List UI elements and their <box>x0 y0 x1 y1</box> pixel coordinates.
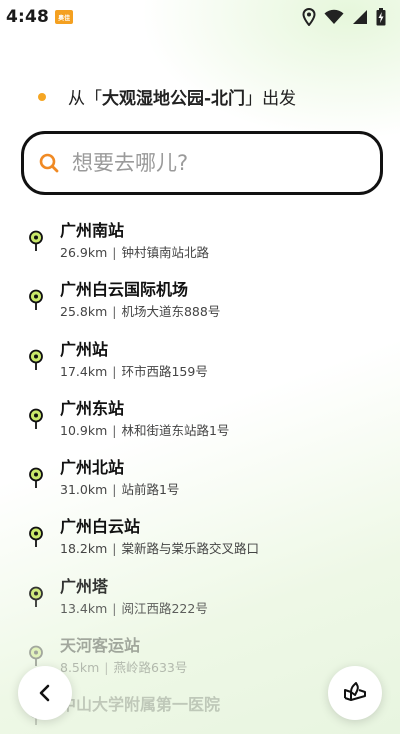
status-bar: 4:48 奥佳 <box>0 0 400 34</box>
place-pin-icon <box>29 408 43 429</box>
search-input[interactable] <box>72 151 352 175</box>
place-pin-icon <box>29 645 43 667</box>
place-name: 广州南站 <box>60 221 125 240</box>
status-time: 4:48 <box>6 7 50 27</box>
place-name: 天河客运站 <box>60 636 141 656</box>
search-box[interactable] <box>21 131 383 195</box>
start-prefix: 从 <box>68 89 85 109</box>
list-item[interactable]: 广州北站 31.0km | 站前路1号 <box>0 447 400 506</box>
place-detail: 17.4km | 环市西路159号 <box>60 363 208 379</box>
back-button[interactable] <box>18 666 72 720</box>
place-pin-icon <box>29 586 43 607</box>
place-name: 广州站 <box>60 339 109 359</box>
chevron-left-icon <box>39 684 50 702</box>
start-close-bracket: 」 <box>245 89 263 109</box>
place-detail: 10.9km | 林和街道东站路1号 <box>60 422 230 438</box>
place-pin-icon <box>29 527 43 548</box>
origin-dot-icon <box>38 92 46 101</box>
map-book-icon <box>344 682 366 701</box>
location-icon <box>302 8 316 26</box>
place-name: 广州塔 <box>60 576 109 596</box>
list-item[interactable]: 广州站 17.4km | 环市西路159号 <box>0 329 400 388</box>
place-name: 广州东站 <box>60 398 125 418</box>
signal-icon <box>353 10 367 24</box>
app-notification-icon: 奥佳 <box>55 10 74 24</box>
list-item[interactable]: 广州白云站 18.2km | 棠新路与棠乐路交叉路口 <box>0 506 400 565</box>
place-detail: 13.4km | 阅江西路222号 <box>60 600 208 616</box>
place-detail: 18.2km | 棠新路与棠乐路交叉路口 <box>60 541 259 557</box>
list-item[interactable]: 广州白云国际机场 25.8km | 机场大道东888号 <box>0 269 400 328</box>
place-name: 广州白云站 <box>60 517 141 537</box>
place-detail: 25.8km | 机场大道东888号 <box>60 304 221 320</box>
start-place-name: 大观湿地公园-北门 <box>102 89 246 109</box>
start-suffix: 出发 <box>262 89 297 109</box>
place-pin-icon <box>29 230 43 251</box>
start-location-row[interactable]: 从 「 大观湿地公园-北门 」 出发 <box>38 84 296 109</box>
search-icon <box>39 153 59 173</box>
start-open-bracket: 「 <box>85 89 102 109</box>
list-item[interactable]: 广州南站 26.9km | 钟村镇南站北路 <box>0 210 400 269</box>
place-pin-icon <box>29 289 43 311</box>
place-pin-icon <box>29 467 43 489</box>
list-item[interactable]: 广州塔 13.4km | 阅江西路222号 <box>0 566 400 625</box>
map-book-button[interactable] <box>328 666 382 720</box>
wifi-icon <box>324 9 344 24</box>
place-detail: 31.0km | 站前路1号 <box>60 482 180 498</box>
place-pin-icon <box>29 349 43 370</box>
place-detail: 26.9km | 钟村镇南站北路 <box>60 245 209 260</box>
battery-charging-icon <box>376 8 386 26</box>
place-name: 广州白云国际机场 <box>60 280 189 300</box>
results-list: 广州南站 26.9km | 钟村镇南站北路 广州白云国际机场 25.8km | 机场大道… <box>0 210 400 734</box>
list-item[interactable]: 广州东站 10.9km | 林和街道东站路1号 <box>0 388 400 447</box>
place-name: 广州北站 <box>60 458 125 478</box>
